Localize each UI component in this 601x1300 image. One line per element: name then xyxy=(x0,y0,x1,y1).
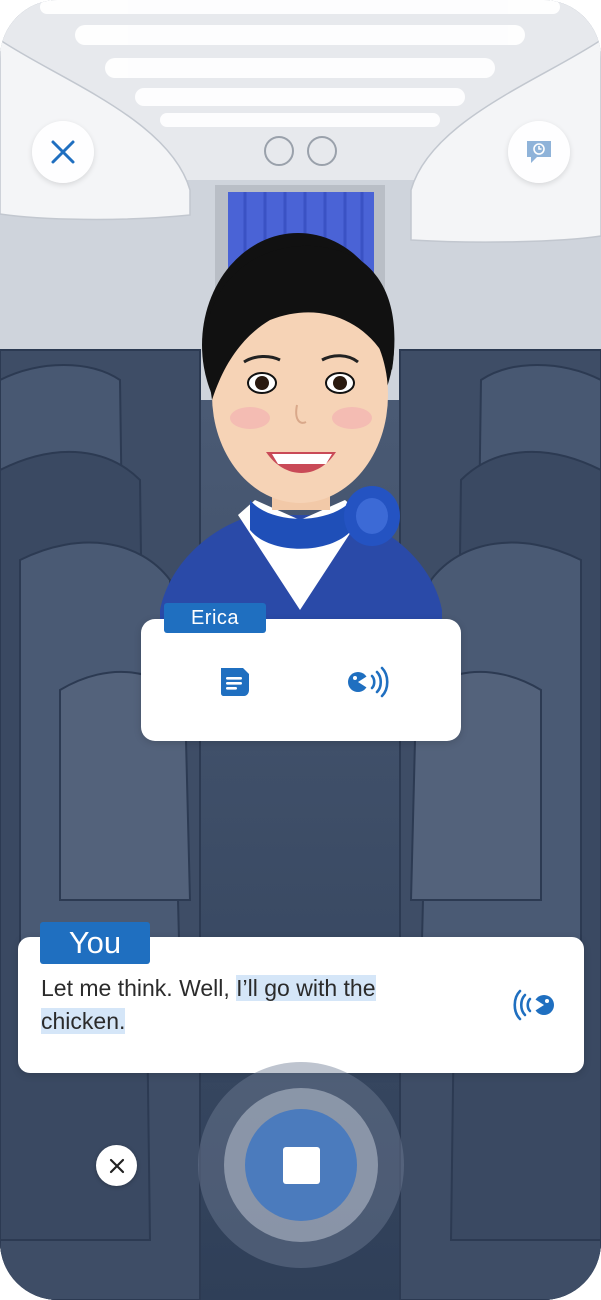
show-transcript-button[interactable] xyxy=(212,660,256,704)
close-button[interactable] xyxy=(32,121,94,183)
stop-icon xyxy=(282,1146,320,1184)
user-message-text: Let me think. Well, I’ll go with the chic… xyxy=(41,972,461,1038)
chat-history-icon xyxy=(527,141,551,163)
cancel-recording-button[interactable] xyxy=(96,1145,137,1186)
stop-recording-button[interactable] xyxy=(245,1109,357,1221)
chat-history-button[interactable] xyxy=(508,121,570,183)
user-message-plain: Let me think. Well, xyxy=(41,975,237,1001)
play-user-audio-button[interactable] xyxy=(510,982,560,1028)
play-npc-audio-button[interactable] xyxy=(342,660,392,704)
user-message-highlight: I’ll go with the xyxy=(236,975,376,1001)
cancel-x-icon xyxy=(109,1158,124,1173)
message-text-icon xyxy=(221,668,249,696)
npc-speech-card xyxy=(141,619,461,741)
npc-name-tag: Erica xyxy=(164,603,266,633)
close-icon xyxy=(51,140,75,164)
user-message-highlight-2: chicken. xyxy=(41,1008,126,1034)
speaker-play-icon xyxy=(513,989,554,1021)
user-name-tag: You xyxy=(40,922,150,964)
speaker-play-icon xyxy=(348,666,389,698)
phone-screen: Erica You Let me think. Well, I’ll go wi… xyxy=(0,0,601,1300)
